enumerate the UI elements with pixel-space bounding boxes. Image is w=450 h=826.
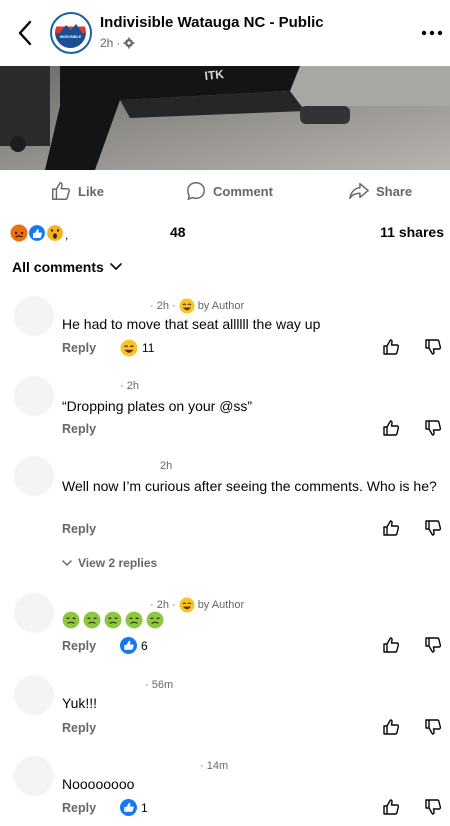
like-reaction-icon <box>27 223 47 243</box>
page-title[interactable]: Indivisible Watauga NC - Public <box>100 14 324 31</box>
share-count[interactable]: 11 shares <box>380 224 444 240</box>
comment-reaction-count[interactable]: 11 <box>120 339 154 357</box>
avatar[interactable] <box>14 756 54 796</box>
laughing-emoji-icon <box>179 298 195 314</box>
reply-button[interactable]: Reply <box>62 522 96 536</box>
avatar[interactable] <box>14 376 54 416</box>
avatar[interactable] <box>14 296 54 336</box>
avatar[interactable] <box>14 456 54 496</box>
thumbs-up-icon <box>52 182 70 200</box>
reply-button[interactable]: Reply <box>62 801 96 815</box>
comment-text: Well now I’m curious after seeing the co… <box>62 478 437 494</box>
comment-item: 2h Well now I’m curious after seeing the… <box>0 452 450 577</box>
upvote-icon[interactable] <box>382 519 400 537</box>
comment-text: Noooooooo <box>62 776 135 792</box>
reaction-icons: , <box>10 223 68 243</box>
nauseated-emoji-icon <box>104 611 122 629</box>
laughing-emoji-icon <box>120 339 138 357</box>
comment-filter-dropdown[interactable]: All comments <box>12 259 122 275</box>
downvote-icon[interactable] <box>424 718 442 736</box>
nauseated-emoji-icon <box>62 611 80 629</box>
comment-author[interactable] <box>62 600 147 610</box>
downvote-icon[interactable] <box>424 519 442 537</box>
like-button[interactable]: Like <box>50 180 104 202</box>
upvote-icon[interactable] <box>382 419 400 437</box>
comment-item: · 2h · by Author Reply 6 <box>0 589 450 664</box>
comment-text: He had to move that seat allllll the way… <box>62 316 321 332</box>
upvote-icon[interactable] <box>382 718 400 736</box>
reaction-count: 48 <box>170 224 186 240</box>
comment-button[interactable]: Comment <box>185 180 273 202</box>
laughing-emoji-icon <box>179 597 195 613</box>
comment-item: · 2h “Dropping plates on your @ss” Reply <box>0 372 450 442</box>
comment-reaction-count[interactable]: 1 <box>120 799 148 816</box>
svg-text:,: , <box>65 228 68 242</box>
downvote-icon[interactable] <box>424 338 442 356</box>
post-image[interactable]: ΙΤΚ <box>0 66 450 170</box>
comment-author[interactable] <box>62 461 157 471</box>
reply-button[interactable]: Reply <box>62 422 96 436</box>
post-meta: 2h · <box>100 36 135 50</box>
like-reaction-icon <box>120 799 137 816</box>
like-reaction-icon <box>120 637 137 654</box>
reply-button[interactable]: Reply <box>62 721 96 735</box>
chevron-down-icon <box>62 559 72 566</box>
post-time: 2h <box>100 36 114 50</box>
svg-text:ΙΤΚ: ΙΤΚ <box>204 67 225 83</box>
back-arrow-icon[interactable] <box>14 18 38 48</box>
reactions-summary[interactable]: , 48 11 shares <box>0 218 450 246</box>
view-replies-button[interactable]: View 2 replies <box>62 556 157 570</box>
avatar[interactable] <box>14 593 54 633</box>
nauseated-emoji-icon <box>125 611 143 629</box>
nauseated-emoji-icon <box>83 611 101 629</box>
comment-text: “Dropping plates on your @ss” <box>62 398 253 414</box>
downvote-icon[interactable] <box>424 636 442 654</box>
wow-reaction-icon <box>45 223 65 243</box>
chevron-down-icon <box>110 263 122 271</box>
author-badge: by Author <box>197 599 245 611</box>
upvote-icon[interactable] <box>382 338 400 356</box>
reply-button[interactable]: Reply <box>62 341 96 355</box>
comment-author[interactable] <box>62 381 117 391</box>
more-options-icon[interactable] <box>420 23 444 43</box>
downvote-icon[interactable] <box>424 798 442 816</box>
reply-button[interactable]: Reply <box>62 639 96 653</box>
post-header: INDIVISIBLE Indivisible Watauga NC - Pub… <box>0 0 450 66</box>
share-arrow-icon <box>349 182 369 200</box>
upvote-icon[interactable] <box>382 636 400 654</box>
comment-author[interactable] <box>62 301 147 311</box>
avatar[interactable] <box>14 675 54 715</box>
angry-reaction-icon <box>10 224 28 242</box>
comment-reaction-count[interactable]: 6 <box>120 637 148 654</box>
nauseated-emoji-icon <box>146 611 164 629</box>
comment-text: Yuk!!! <box>62 695 98 711</box>
comment-author[interactable] <box>62 680 142 690</box>
gear-icon <box>123 37 135 49</box>
logo-icon: INDIVISIBLE <box>55 17 86 48</box>
nauseated-emoji-row <box>62 611 164 629</box>
comment-bubble-icon <box>187 182 205 200</box>
logo-text: INDIVISIBLE <box>59 35 82 39</box>
author-badge: by Author <box>197 300 245 312</box>
upvote-icon[interactable] <box>382 798 400 816</box>
post-actions: Like Comment Share <box>0 172 450 210</box>
downvote-icon[interactable] <box>424 419 442 437</box>
share-button[interactable]: Share <box>348 180 412 202</box>
comment-item: · 14m Noooooooo Reply 1 <box>0 752 450 826</box>
page-avatar[interactable]: INDIVISIBLE <box>50 12 92 54</box>
comment-author[interactable] <box>62 761 197 771</box>
comment-item: · 56m Yuk!!! Reply <box>0 671 450 743</box>
comment-item: · 2h · by Author He had to move that sea… <box>0 290 450 370</box>
